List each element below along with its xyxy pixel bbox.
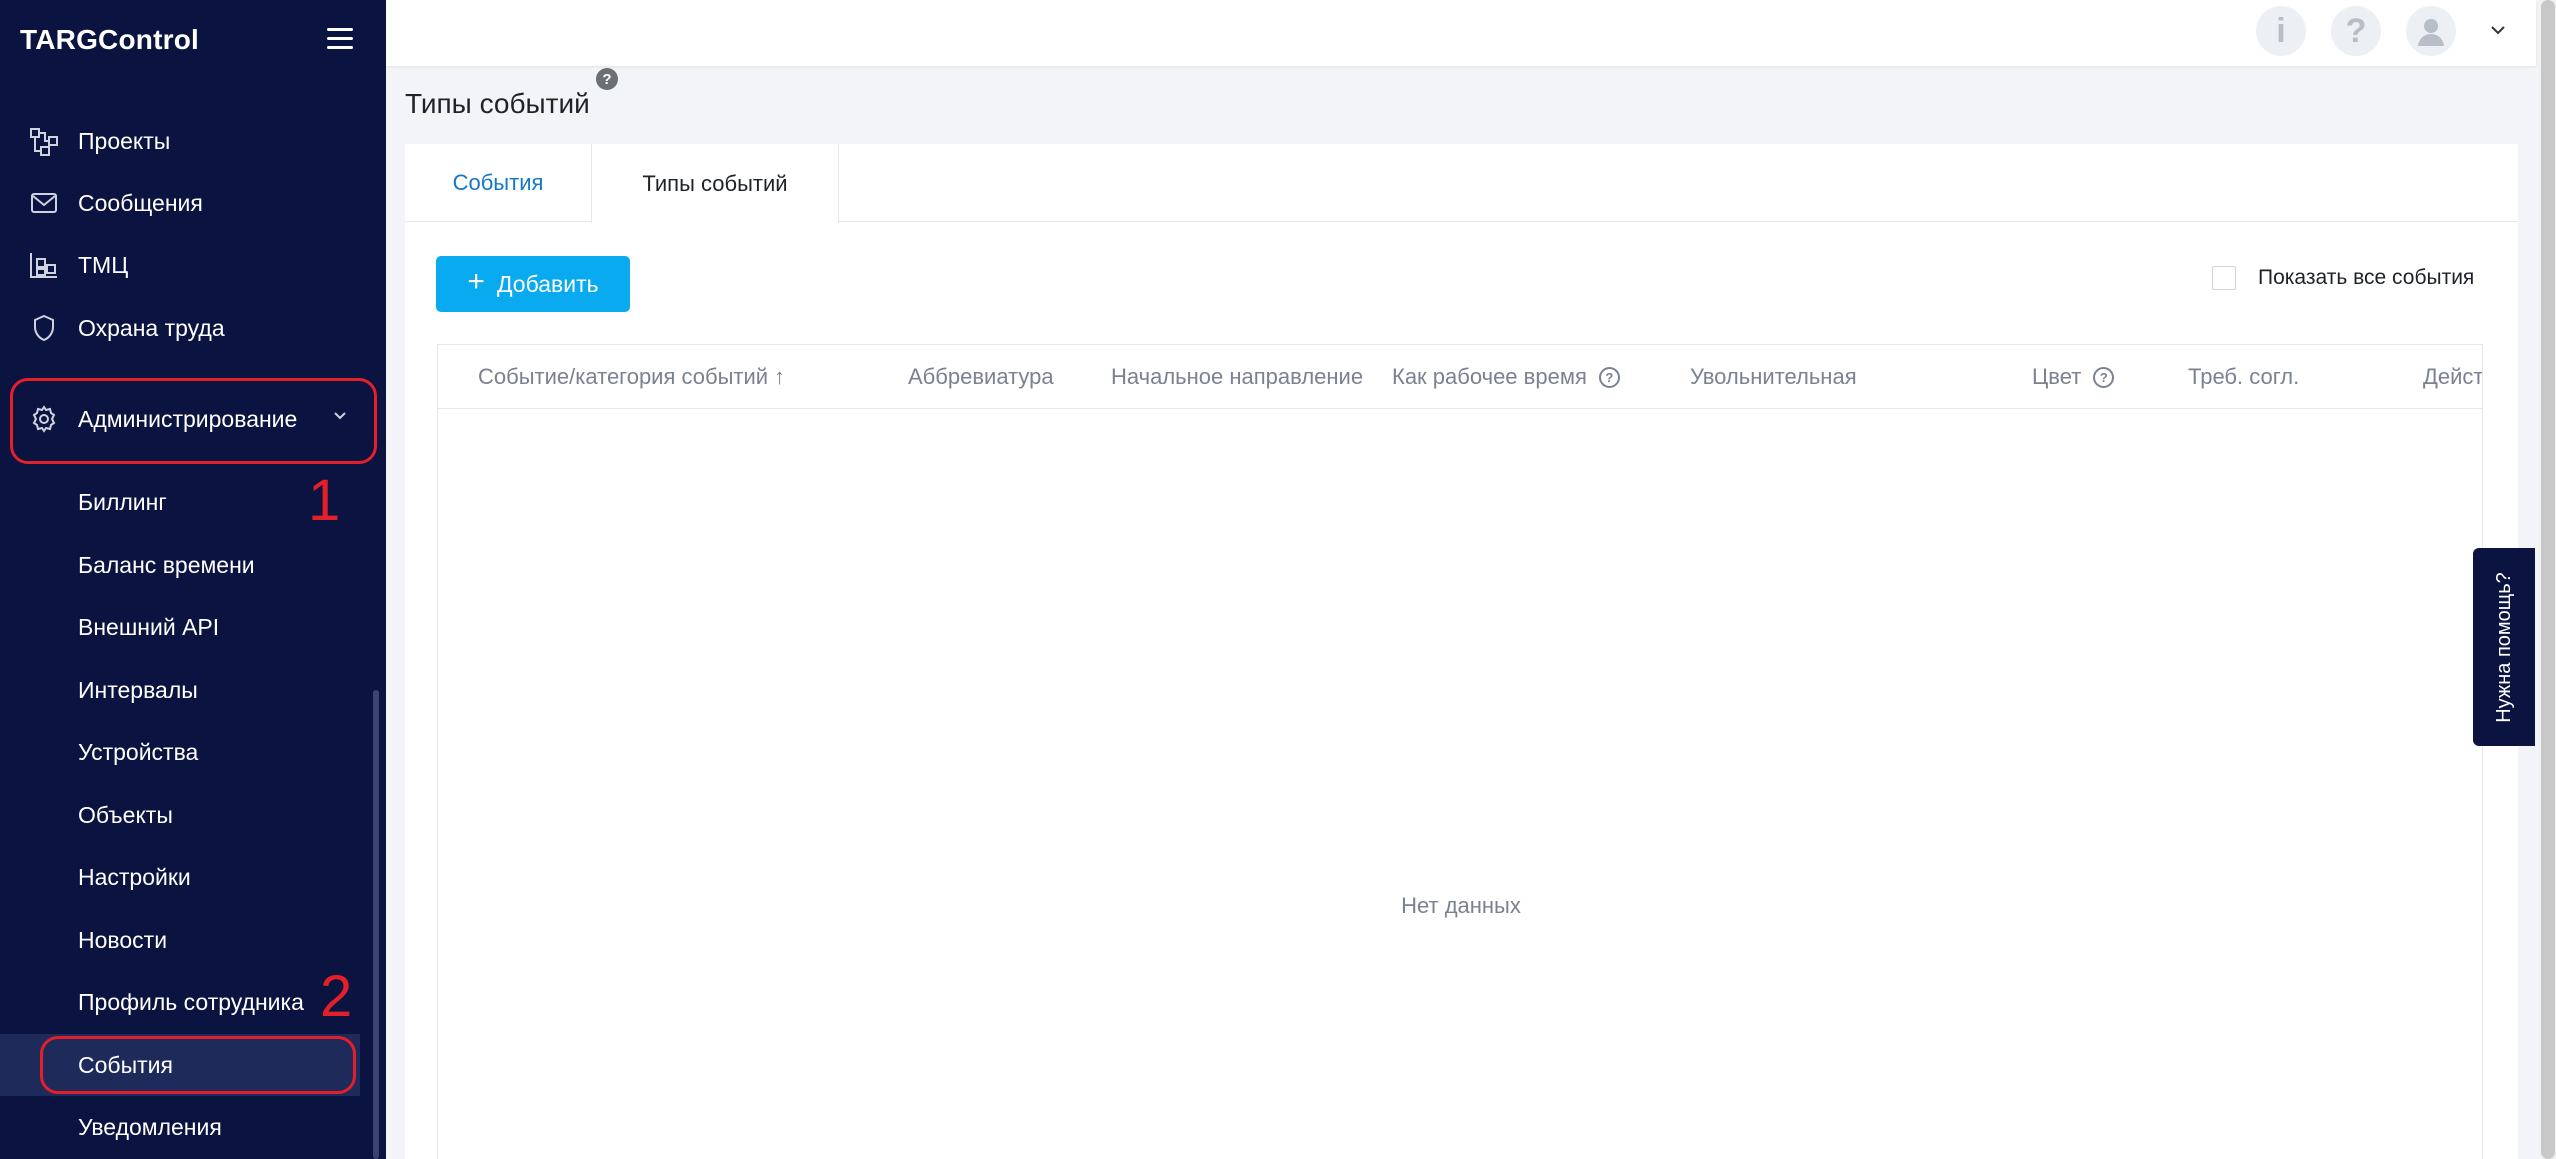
tabs-bar: События Типы событий — [405, 144, 2518, 223]
page-title: Типы событий — [405, 88, 590, 119]
sidebar-item-projects[interactable]: Проекты — [0, 110, 386, 172]
table-header: Событие/категория событий ↑ Аббревиатура… — [438, 345, 2482, 409]
plus-icon: + — [467, 265, 485, 298]
page-help-icon[interactable]: ? — [596, 68, 618, 90]
sidebar-item-messages[interactable]: Сообщения — [0, 172, 386, 234]
column-header-abbreviation[interactable]: Аббревиатура — [908, 345, 1054, 409]
sidebar: TARGControl Проекты Сообщения ТМЦ Охрана… — [0, 0, 386, 1159]
sidebar-subitem-employee-profile[interactable]: Профиль сотрудника — [0, 971, 360, 1033]
sidebar-item-administration[interactable]: Администрирование — [0, 376, 386, 462]
column-header-initial-direction[interactable]: Начальное направление — [1111, 345, 1363, 409]
chevron-down-icon[interactable] — [2488, 20, 2508, 45]
sidebar-subitem-external-api[interactable]: Внешний API — [0, 596, 360, 658]
column-header-label: Цвет — [2032, 364, 2082, 389]
tab-events[interactable]: События — [405, 144, 591, 222]
sidebar-subitem-intervals[interactable]: Интервалы — [0, 659, 360, 721]
sidebar-item-label: ТМЦ — [78, 251, 129, 278]
column-header-as-work-time[interactable]: Как рабочее время ? — [1392, 345, 1620, 409]
column-header-event-category[interactable]: Событие/категория событий ↑ — [478, 345, 785, 409]
sidebar-item-tmc[interactable]: ТМЦ — [0, 234, 386, 296]
sidebar-item-label: Сообщения — [78, 189, 203, 216]
add-button[interactable]: + Добавить — [436, 256, 630, 312]
user-avatar-icon[interactable] — [2406, 6, 2456, 56]
mail-icon — [28, 187, 60, 219]
show-all-events-label: Показать все события — [2258, 266, 2475, 289]
empty-state-text: Нет данных — [1401, 893, 1521, 918]
column-header-approval-required[interactable]: Треб. согл. — [2188, 345, 2299, 409]
info-icon[interactable]: i — [2256, 6, 2306, 56]
sidebar-subitem-time-balance[interactable]: Баланс времени — [0, 534, 360, 596]
column-header-label: Как рабочее время — [1392, 364, 1587, 389]
column-header-color[interactable]: Цвет ? — [2032, 345, 2115, 409]
menu-toggle-icon[interactable] — [327, 28, 353, 50]
help-icon[interactable]: ? — [2331, 6, 2381, 56]
column-header-actions[interactable]: Дейст — [2423, 345, 2482, 409]
sidebar-item-label: Проекты — [78, 127, 171, 154]
sidebar-subitem-news[interactable]: Новости — [0, 909, 360, 971]
sidebar-subitem-settings[interactable]: Настройки — [0, 846, 360, 908]
projects-icon — [28, 125, 60, 157]
show-all-events-checkbox[interactable] — [2212, 266, 2236, 290]
question-circle-icon[interactable]: ? — [1598, 366, 1620, 388]
question-circle-icon[interactable]: ? — [2093, 366, 2115, 388]
sidebar-subitem-billing[interactable]: Биллинг — [0, 471, 360, 533]
need-help-tab[interactable]: Нужна помощь? — [2473, 548, 2535, 746]
need-help-label: Нужна помощь? — [2492, 571, 2515, 723]
chevron-down-icon — [332, 408, 348, 426]
gear-icon — [28, 403, 60, 435]
show-all-events-toggle[interactable]: Показать все события — [2212, 266, 2474, 290]
sidebar-subitem-notifications[interactable]: Уведомления — [0, 1096, 360, 1158]
sidebar-subitem-objects[interactable]: Объекты — [0, 784, 360, 846]
column-header-leave[interactable]: Увольнительная — [1690, 345, 1857, 409]
add-button-label: Добавить — [496, 270, 599, 297]
sidebar-subitem-devices[interactable]: Устройства — [0, 721, 360, 783]
sidebar-item-labor-safety[interactable]: Охрана труда — [0, 297, 386, 359]
page-scrollbar[interactable] — [2541, 0, 2555, 1159]
shield-icon — [28, 312, 60, 344]
top-bar — [386, 0, 2536, 66]
sidebar-item-label: Охрана труда — [78, 314, 225, 341]
warehouse-icon — [28, 249, 60, 281]
tab-event-types[interactable]: Типы событий — [591, 144, 839, 223]
sidebar-subitem-events[interactable]: События — [0, 1034, 360, 1096]
event-types-table: Событие/категория событий ↑ Аббревиатура… — [437, 344, 2483, 1159]
sidebar-scrollbar[interactable] — [373, 690, 379, 1159]
brand-logo[interactable]: TARGControl — [20, 24, 199, 56]
sidebar-item-label: Администрирование — [78, 405, 298, 432]
